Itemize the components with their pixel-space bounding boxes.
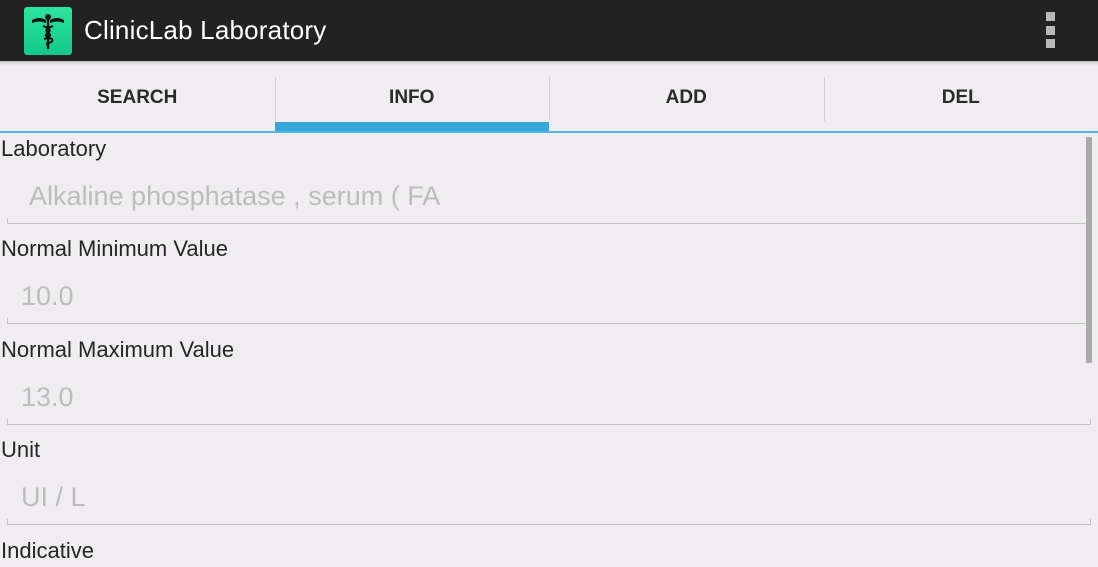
tab-search[interactable]: SEARCH bbox=[0, 65, 275, 131]
scrollbar[interactable] bbox=[1086, 137, 1092, 363]
normal-min-value: 10.0 bbox=[21, 281, 74, 311]
overflow-menu-icon[interactable] bbox=[1042, 12, 1058, 48]
normal-min-label: Normal Minimum Value bbox=[1, 236, 228, 261]
action-bar: ClinicLab Laboratory bbox=[0, 0, 1098, 61]
tab-add[interactable]: ADD bbox=[549, 65, 824, 131]
info-form: Laboratory Alkaline phosphatase , serum … bbox=[0, 133, 1098, 567]
unit-value: UI / L bbox=[21, 482, 86, 512]
laboratory-value: Alkaline phosphatase , serum ( FA bbox=[29, 181, 441, 211]
normal-max-field[interactable]: 13.0 bbox=[7, 369, 1091, 425]
unit-field[interactable]: UI / L bbox=[7, 469, 1091, 525]
unit-underline bbox=[7, 524, 1091, 525]
normal-min-underline bbox=[7, 323, 1091, 324]
tab-info[interactable]: INFO bbox=[274, 65, 550, 131]
laboratory-underline bbox=[7, 223, 1091, 224]
normal-max-value: 13.0 bbox=[21, 382, 74, 412]
laboratory-label: Laboratory bbox=[1, 136, 107, 161]
tab-bar: SEARCH INFO ADD DEL bbox=[0, 65, 1098, 133]
tab-del[interactable]: DEL bbox=[823, 65, 1098, 131]
caduceus-icon[interactable] bbox=[24, 6, 72, 55]
normal-max-underline bbox=[7, 424, 1091, 425]
app-title: ClinicLab Laboratory bbox=[84, 15, 327, 45]
laboratory-field[interactable]: Alkaline phosphatase , serum ( FA bbox=[7, 168, 1091, 224]
unit-label: Unit bbox=[1, 437, 41, 462]
indicative-label: Indicative bbox=[1, 538, 94, 563]
normal-max-label: Normal Maximum Value bbox=[1, 337, 235, 362]
normal-min-field[interactable]: 10.0 bbox=[7, 268, 1091, 324]
